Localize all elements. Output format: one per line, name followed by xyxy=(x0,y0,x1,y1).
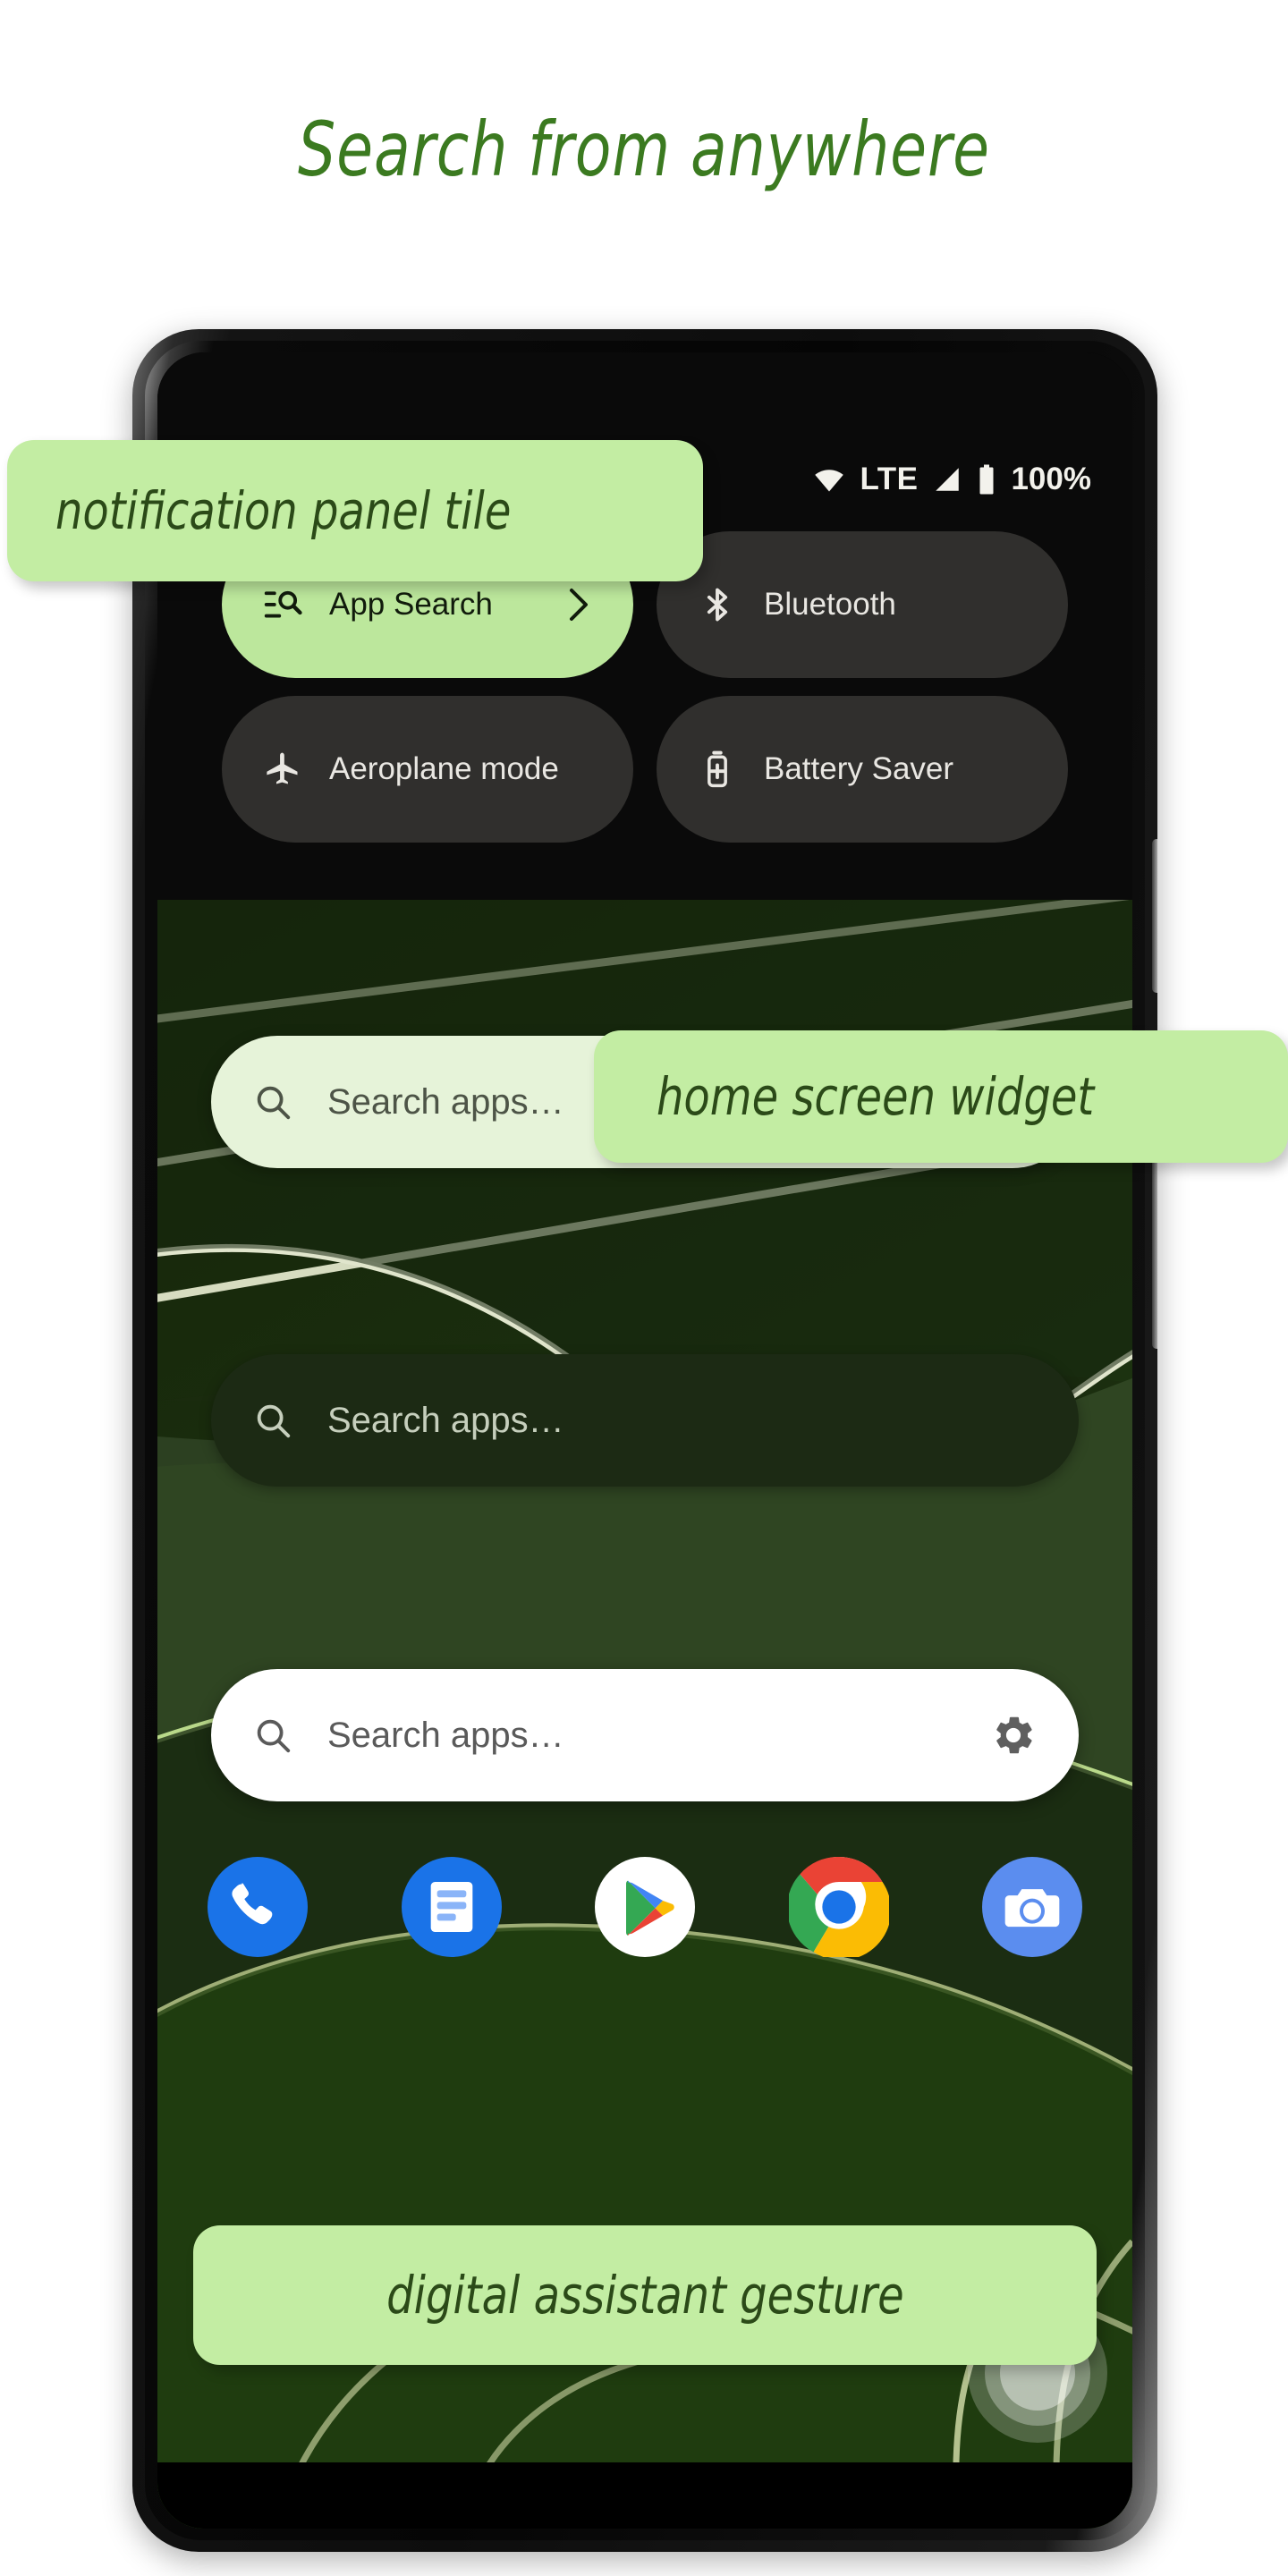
callout-home-screen-widget: home screen widget xyxy=(594,1030,1288,1163)
callout-label: notification panel tile xyxy=(55,480,512,541)
tile-label: Battery Saver xyxy=(764,751,954,786)
search-widget-placeholder: Search apps… xyxy=(327,1715,564,1755)
search-icon xyxy=(257,1086,291,1120)
battery-icon xyxy=(979,464,994,495)
battery-saver-icon xyxy=(708,750,727,788)
signal-bars-icon xyxy=(936,468,960,491)
phone-app-icon[interactable] xyxy=(208,1857,308,1957)
dock xyxy=(208,1857,1082,1957)
chevron-right-icon[interactable] xyxy=(567,587,590,623)
power-button[interactable] xyxy=(1152,839,1157,993)
search-widget-placeholder: Search apps… xyxy=(327,1081,564,1122)
screen-chin xyxy=(157,2462,1132,2529)
search-widget-placeholder: Search apps… xyxy=(327,1400,564,1440)
gear-icon[interactable] xyxy=(989,1711,1038,1759)
search-widget-dark[interactable]: Search apps… xyxy=(211,1354,1079,1487)
tile-aeroplane-mode[interactable]: Aeroplane mode xyxy=(222,696,633,843)
search-icon xyxy=(257,1719,291,1753)
status-bar: LTE 100% xyxy=(813,462,1091,497)
search-icon xyxy=(257,1404,291,1438)
camera-app-icon[interactable] xyxy=(982,1857,1082,1957)
network-type-label: LTE xyxy=(860,462,919,496)
chrome-app-icon[interactable] xyxy=(788,1857,889,1957)
callout-digital-assistant-gesture: digital assistant gesture xyxy=(193,2225,1097,2365)
callout-notification-panel-tile: notification panel tile xyxy=(7,440,703,581)
notification-shade: LTE 100% App Search Bluetooth Aeroplane … xyxy=(157,352,1132,900)
phone-mockup: Search apps… Search apps… Search apps… L… xyxy=(132,329,1157,2552)
wifi-icon xyxy=(815,470,844,492)
search-widget-white[interactable]: Search apps… xyxy=(211,1669,1079,1801)
callout-label: home screen widget xyxy=(657,1066,1095,1127)
battery-percent-label: 100% xyxy=(1011,462,1091,496)
airplane-icon xyxy=(267,752,298,784)
phone-screen: Search apps… Search apps… Search apps… L… xyxy=(157,352,1132,2529)
messages-app-icon[interactable] xyxy=(401,1857,502,1957)
tile-battery-saver[interactable]: Battery Saver xyxy=(657,696,1068,843)
bluetooth-icon xyxy=(707,588,728,622)
tile-label: Aeroplane mode xyxy=(329,751,559,786)
manage-search-icon xyxy=(264,590,302,618)
play-store-app-icon[interactable] xyxy=(595,1857,695,1957)
tile-label: Bluetooth xyxy=(764,587,896,622)
page-title: Search from anywhere xyxy=(298,106,990,193)
tile-bluetooth[interactable]: Bluetooth xyxy=(657,531,1068,678)
tile-label: App Search xyxy=(329,587,493,622)
callout-label: digital assistant gesture xyxy=(386,2265,904,2326)
